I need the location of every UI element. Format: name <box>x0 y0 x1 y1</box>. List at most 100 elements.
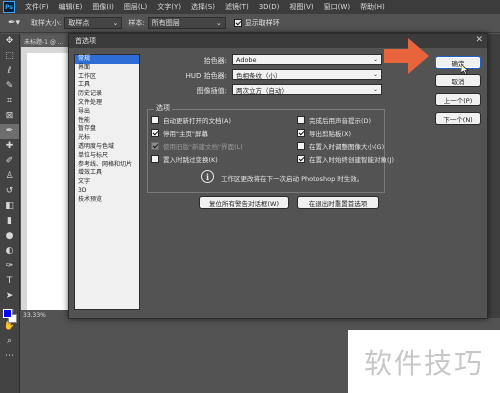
nav-item-transparency[interactable]: 透明度与色域 <box>75 143 139 152</box>
menu-select[interactable]: 选择(S) <box>186 2 220 12</box>
move-icon[interactable]: ✥ <box>0 34 19 49</box>
document-tab[interactable]: 未标题-1 @ ... <box>21 35 73 47</box>
menu-edit[interactable]: 编辑(E) <box>54 2 88 12</box>
option-beep-when-done[interactable]: 完成后用声音提示(D) <box>297 115 371 125</box>
gradient-icon[interactable]: ▮ <box>0 214 19 229</box>
frame-icon[interactable]: ⊠ <box>0 109 19 124</box>
nav-item-general[interactable]: 常规 <box>75 55 139 64</box>
auto-update-checkbox[interactable] <box>151 116 159 124</box>
panel-strip <box>488 34 500 318</box>
cancel-button[interactable]: 取消 <box>435 74 481 87</box>
options-bar: ✒▾ 取样大小: 取样点 ⌄ 样本: 所有图层 ⌄ 显示取样环 <box>0 14 500 33</box>
sample-size-select[interactable]: 取样点 ⌄ <box>64 17 123 29</box>
nav-item-units-rulers[interactable]: 单位与标尺 <box>75 152 139 161</box>
stamp-icon[interactable]: ♙ <box>0 169 19 184</box>
dodge-icon[interactable]: ◐ <box>0 244 19 259</box>
interpolation-select[interactable]: 两次立方（自动） ⌄ <box>232 84 382 95</box>
menu-window[interactable]: 窗口(W) <box>319 2 355 12</box>
nav-item-3d[interactable]: 3D <box>75 187 139 196</box>
dialog-title: 首选项 <box>75 37 96 45</box>
eraser-icon[interactable]: ◧ <box>0 199 19 214</box>
skip-transform-label: 置入时跳过变换(K) <box>163 156 218 164</box>
type-icon[interactable]: T <box>0 274 19 289</box>
document-canvas[interactable] <box>27 53 69 310</box>
annotation-arrow <box>384 38 429 74</box>
menu-3d[interactable]: 3D(D) <box>254 3 285 11</box>
smart-object-checkbox[interactable] <box>297 155 305 163</box>
next-button[interactable]: 下一个(N) <box>435 112 481 125</box>
menu-layer[interactable]: 图层(L) <box>119 2 152 12</box>
reset-prefs-button[interactable]: 在退出时重置首选项 <box>297 196 379 209</box>
nav-item-file-handling[interactable]: 文件处理 <box>75 99 139 108</box>
skip-transform-checkbox[interactable] <box>151 155 159 163</box>
history-brush-icon[interactable]: ↺ <box>0 184 19 199</box>
nav-item-interface[interactable]: 界面 <box>75 64 139 73</box>
option-export-clipboard[interactable]: 导出剪贴板(X) <box>297 128 351 138</box>
pen-icon[interactable]: ✑ <box>0 259 19 274</box>
nav-item-tools[interactable]: 工具 <box>75 81 139 90</box>
nav-item-history[interactable]: 历史记录 <box>75 90 139 99</box>
foreground-color-swatch[interactable] <box>3 309 12 318</box>
brush-icon[interactable]: ✐ <box>0 154 19 169</box>
color-picker-select[interactable]: Adobe ⌄ <box>232 54 382 65</box>
crop-icon[interactable]: ⌗ <box>0 94 19 109</box>
more-icon[interactable]: ⋯ <box>0 349 19 364</box>
reset-warnings-button[interactable]: 复位所有警告对话框(W) <box>199 196 289 209</box>
sample-size-label: 取样大小: <box>31 19 62 27</box>
chevron-down-icon: ⌄ <box>215 19 222 27</box>
healing-icon[interactable]: ✚ <box>0 139 19 154</box>
chevron-down-icon: ⌄ <box>372 86 378 93</box>
nav-item-type[interactable]: 文字 <box>75 178 139 187</box>
hud-picker-select[interactable]: 色相条纹（小） ⌄ <box>232 69 382 80</box>
sample-value: 所有图层 <box>151 19 180 27</box>
watermark: 软件技巧 <box>348 330 500 393</box>
lasso-icon[interactable]: ℓ <box>0 64 19 79</box>
blur-icon[interactable]: ● <box>0 229 19 244</box>
menu-view[interactable]: 视图(V) <box>284 2 318 12</box>
marquee-icon[interactable]: ⬚ <box>0 49 19 64</box>
beep-checkbox[interactable] <box>297 116 305 124</box>
preferences-nav: 常规 界面 工作区 工具 历史记录 文件处理 导出 性能 暂存盘 光标 透明度与… <box>74 54 140 310</box>
info-icon: i <box>201 170 214 183</box>
show-ring-checkbox[interactable] <box>233 19 242 27</box>
menu-type[interactable]: 文字(Y) <box>152 2 186 12</box>
sample-label: 样本: <box>128 19 145 27</box>
menu-filter[interactable]: 滤镜(T) <box>220 2 254 12</box>
option-skip-transform[interactable]: 置入时跳过变换(K) <box>151 154 218 164</box>
option-disable-home[interactable]: 停用"主页"屏幕 <box>151 128 208 138</box>
eyedropper-preset-icon[interactable]: ✒▾ <box>3 16 25 31</box>
eyedropper-icon[interactable]: ✒ <box>0 124 19 139</box>
resize-on-place-checkbox[interactable] <box>297 142 305 150</box>
zoom-icon[interactable]: ⌕ <box>0 334 19 349</box>
legacy-new-doc-checkbox <box>151 142 159 150</box>
prev-button[interactable]: 上一个(P) <box>435 93 481 106</box>
auto-update-label: 自动更新打开的文档(A) <box>163 117 232 125</box>
chevron-down-icon: ⌄ <box>372 71 378 78</box>
menu-file[interactable]: 文件(F) <box>20 2 54 12</box>
export-clipboard-checkbox[interactable] <box>297 129 305 137</box>
nav-item-cursors[interactable]: 光标 <box>75 134 139 143</box>
photoshop-logo: Ps <box>3 1 15 13</box>
disable-home-checkbox[interactable] <box>151 129 159 137</box>
nav-item-plugins[interactable]: 增效工具 <box>75 169 139 178</box>
menu-image[interactable]: 图像(I) <box>87 2 119 12</box>
quick-select-icon[interactable]: ✎ <box>0 79 19 94</box>
menu-help[interactable]: 帮助(H) <box>355 2 390 12</box>
nav-item-scratch-disks[interactable]: 暂存盘 <box>75 125 139 134</box>
ok-button[interactable]: 确定 <box>435 56 481 69</box>
nav-item-tech-preview[interactable]: 技术预览 <box>75 196 139 205</box>
nav-item-workspace[interactable]: 工作区 <box>75 73 139 82</box>
sample-select[interactable]: 所有图层 ⌄ <box>147 17 226 29</box>
resize-on-place-label: 在置入时调整图像大小(G) <box>309 143 385 151</box>
option-auto-update[interactable]: 自动更新打开的文档(A) <box>151 115 231 125</box>
beep-label: 完成后用声音提示(D) <box>309 117 372 125</box>
option-resize-on-place[interactable]: 在置入时调整图像大小(G) <box>297 141 384 151</box>
chevron-down-icon: ⌄ <box>372 56 378 63</box>
path-select-icon[interactable]: ➤ <box>0 289 19 304</box>
nav-item-export[interactable]: 导出 <box>75 108 139 117</box>
option-smart-object[interactable]: 在置入时始终创建智能对象(J) <box>297 154 394 164</box>
zoom-level: 33.33% <box>23 312 46 319</box>
close-icon[interactable]: ✕ <box>475 35 483 45</box>
legacy-new-doc-label: 使用旧版"新建文档"界面(L) <box>163 143 243 151</box>
interpolation-value: 两次立方（自动） <box>236 86 288 95</box>
